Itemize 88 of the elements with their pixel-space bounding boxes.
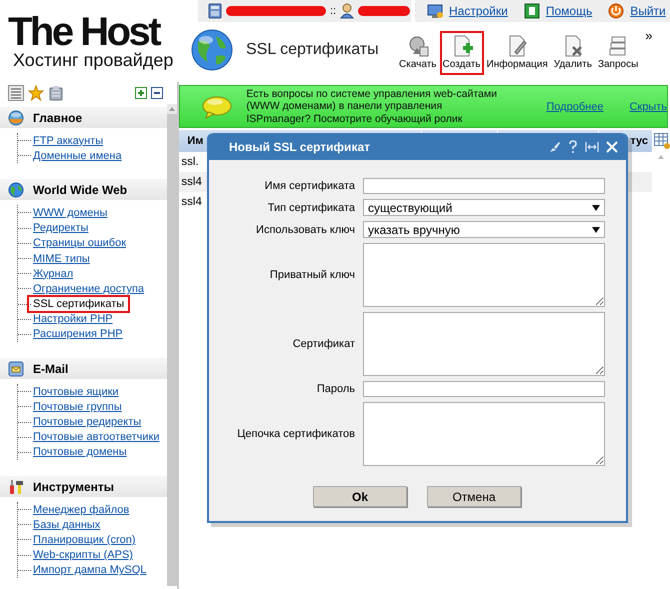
monitor-icon xyxy=(427,3,443,19)
top-link[interactable]: Помощь xyxy=(546,4,592,18)
sidebar-link[interactable]: Импорт дампа MySQL xyxy=(33,564,146,576)
sidebar-link[interactable]: MIME типы xyxy=(33,252,90,265)
sidebar-link[interactable]: Почтовые группы xyxy=(33,400,122,413)
scrollbar[interactable] xyxy=(167,104,178,586)
logo-tagline: Хостинг провайдер xyxy=(12,50,174,70)
password-field[interactable] xyxy=(363,381,605,397)
sidebar-link[interactable]: Планировщик (cron) xyxy=(33,534,136,546)
sidebar-link[interactable]: Редиректы xyxy=(33,222,88,234)
globe-icon xyxy=(190,28,234,72)
section-header[interactable]: World Wide Web xyxy=(0,179,168,200)
column-header[interactable]: Им xyxy=(187,135,204,147)
scroll-up-icon xyxy=(167,104,178,114)
clipboard-icon xyxy=(48,85,64,101)
field-label: Цепочка сертификатов xyxy=(236,428,355,440)
field-label: Пароль xyxy=(316,383,355,395)
sidebar-link[interactable]: Почтовые домены xyxy=(33,446,127,458)
dialog-title: Новый SSL сертификат xyxy=(229,140,371,154)
chat-bubble-icon xyxy=(202,94,232,118)
select-field[interactable]: указать вручную xyxy=(363,221,605,238)
tools-icon xyxy=(8,478,24,494)
dropdown-arrow-icon xyxy=(592,226,600,232)
section-header[interactable]: Инструменты xyxy=(0,476,168,497)
cancel-button[interactable]: Отмена xyxy=(427,486,521,507)
select-field[interactable]: существующий xyxy=(363,199,605,216)
collapse-icon xyxy=(151,87,164,99)
sidebar-link[interactable]: Расширения PHP xyxy=(33,328,123,340)
toolbar-button[interactable]: Информация xyxy=(484,30,551,74)
field-label: Имя сертификата xyxy=(264,180,355,192)
sidebar-link[interactable]: FTP аккаунты xyxy=(33,134,104,147)
input-field[interactable] xyxy=(363,178,605,194)
text-area[interactable] xyxy=(363,312,605,376)
table-cell[interactable]: ssl4 xyxy=(181,176,202,188)
toolbar-button[interactable]: Удалить xyxy=(550,30,595,74)
sidebar-link[interactable]: Журнал xyxy=(33,268,74,280)
field-label: Сертификат xyxy=(292,338,355,350)
toolbar-button[interactable]: Скачать xyxy=(396,30,440,74)
globe-icon xyxy=(8,182,24,198)
redaction-bar xyxy=(358,6,410,16)
top-link[interactable]: Настройки xyxy=(449,4,508,18)
top-link[interactable]: Выйти xyxy=(630,4,666,18)
expand-icon xyxy=(135,87,148,99)
orb-icon xyxy=(8,110,24,126)
sidebar-link[interactable]: Страницы ошибок xyxy=(33,237,126,250)
sidebar-link[interactable]: Доменные имена xyxy=(33,150,122,162)
section-header[interactable]: Главное xyxy=(0,107,168,128)
banner-link[interactable]: Подробнее xyxy=(546,100,604,112)
mail-icon xyxy=(8,360,24,377)
sidebar-link[interactable]: Ограничение доступа xyxy=(33,282,144,295)
sidebar-link[interactable]: Почтовые редиректы xyxy=(33,416,142,428)
help-icon[interactable] xyxy=(568,140,578,154)
sidebar-link[interactable]: Почтовые автоответчики xyxy=(33,431,160,444)
table-settings-icon xyxy=(654,133,670,149)
list-tab-icon xyxy=(8,85,24,101)
logo-name: The Host xyxy=(8,14,160,50)
page-title: SSL сертификаты xyxy=(246,40,380,58)
toolbar-button[interactable]: Создать xyxy=(440,30,484,74)
section-header[interactable]: E-Mail xyxy=(0,358,168,380)
sidebar-link[interactable]: Настройки PHP xyxy=(33,313,113,326)
column-header[interactable]: тус xyxy=(630,135,652,147)
more-button[interactable]: » xyxy=(645,28,652,43)
calculator-icon xyxy=(208,3,222,19)
brush-icon[interactable] xyxy=(549,140,561,152)
ok-button[interactable]: Ok xyxy=(313,486,407,507)
resize-width-icon[interactable] xyxy=(585,140,599,152)
text-area[interactable] xyxy=(363,402,605,466)
sidebar-link[interactable]: Web-скрипты (APS) xyxy=(33,549,133,562)
table-cell[interactable]: ssl4 xyxy=(181,196,202,208)
star-icon xyxy=(28,85,44,101)
power-icon xyxy=(608,3,624,19)
dropdown-arrow-icon xyxy=(592,204,600,210)
sidebar-link[interactable]: WWW домены xyxy=(33,206,108,219)
close-icon[interactable] xyxy=(606,140,618,152)
field-label: Использовать ключ xyxy=(255,224,355,236)
sidebar-link[interactable]: Почтовые ящики xyxy=(33,386,119,398)
text-area[interactable] xyxy=(363,243,605,307)
field-label: Приватный ключ xyxy=(268,269,355,281)
banner-link[interactable]: Скрыть xyxy=(629,100,667,112)
field-label: Тип сертификата xyxy=(266,202,355,214)
table-cell[interactable]: ssl. xyxy=(181,156,199,168)
sidebar-link[interactable]: Менеджер файлов xyxy=(33,504,130,516)
user-icon xyxy=(340,3,354,19)
toolbar-button[interactable]: Запросы xyxy=(594,30,642,74)
sidebar-link[interactable]: SSL сертификаты xyxy=(30,298,128,310)
sidebar-link[interactable]: Базы данных xyxy=(33,518,100,531)
separator-text: :: xyxy=(330,5,336,17)
banner-text: Есть вопросы по системе управления web-сайтами (WWW доменами) в панели управления ISPmanager? Посмотрите обучающий ролик xyxy=(246,88,498,126)
